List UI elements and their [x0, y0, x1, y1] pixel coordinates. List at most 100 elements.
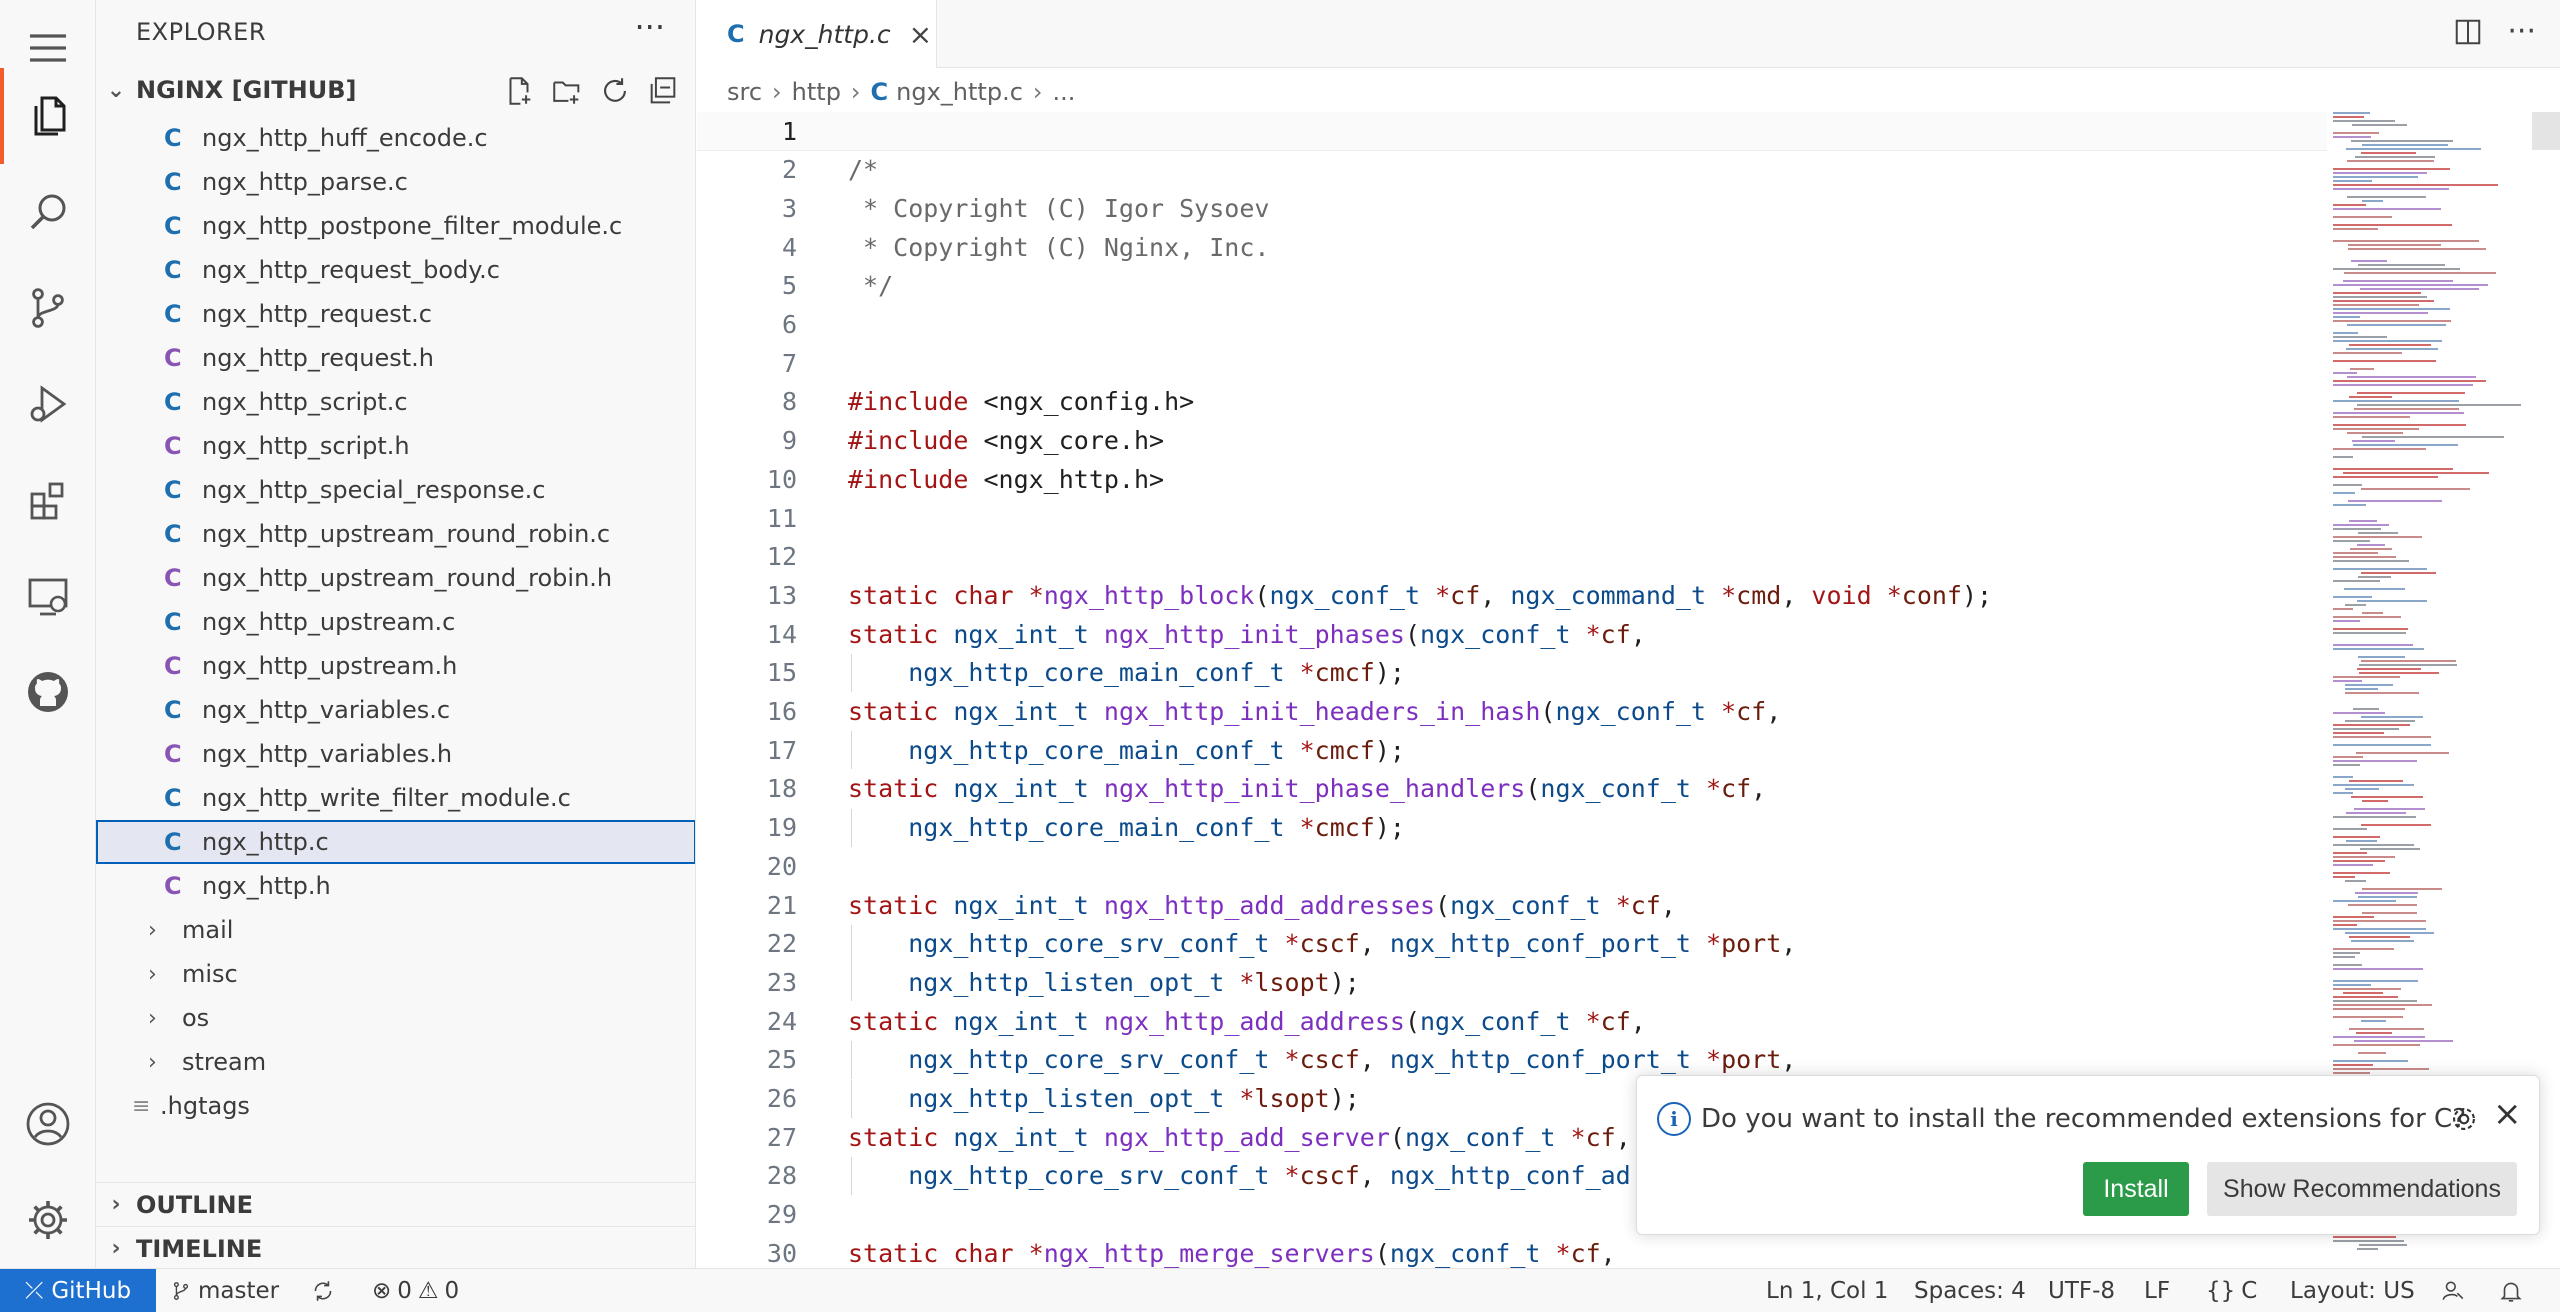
- outline-section-header[interactable]: › OUTLINE: [96, 1182, 695, 1226]
- minimap-line: [2346, 148, 2481, 150]
- code-line[interactable]: 2 /*: [697, 151, 2327, 189]
- code-line[interactable]: 24 static ngx_int_t ngx_http_add_address(…: [697, 1002, 2327, 1040]
- code-line[interactable]: 4 * Copyright (C) Nginx, Inc.: [697, 228, 2327, 266]
- minimap-line: [2333, 680, 2362, 682]
- collapse-all-icon[interactable]: [646, 74, 680, 108]
- file-item[interactable]: ≡ .hgtags: [96, 1084, 695, 1128]
- file-item[interactable]: Cngx_http_request_body.c: [96, 248, 695, 292]
- split-editor-icon[interactable]: [2453, 17, 2483, 47]
- minimap-line: [2333, 732, 2384, 734]
- code-line[interactable]: 23 ngx_http_listen_opt_t *lsopt);: [697, 963, 2327, 1002]
- code-line[interactable]: 20: [697, 847, 2327, 885]
- code-line[interactable]: 19 ngx_http_core_main_conf_t *cmcf);: [697, 808, 2327, 847]
- minimap-line: [2333, 1016, 2403, 1018]
- file-item[interactable]: Cngx_http_variables.h: [96, 732, 695, 776]
- new-file-icon[interactable]: [502, 74, 536, 108]
- file-item[interactable]: Cngx_http.c: [96, 820, 695, 864]
- folder-item[interactable]: › mail: [96, 908, 695, 952]
- keyboard-layout[interactable]: Layout: US: [2290, 1269, 2415, 1312]
- refresh-icon[interactable]: [598, 74, 632, 108]
- repo-section-header[interactable]: ⌄ NGINX [GITHUB]: [96, 68, 695, 112]
- file-item[interactable]: Cngx_http_variables.c: [96, 688, 695, 732]
- file-item[interactable]: Cngx_http_special_response.c: [96, 468, 695, 512]
- file-item[interactable]: Cngx_http_huff_encode.c: [96, 116, 695, 160]
- sync-icon[interactable]: [310, 1269, 336, 1312]
- tab-ngx-http-c[interactable]: C ngx_http.c ×: [697, 0, 937, 68]
- scrollbar-thumb[interactable]: [2532, 112, 2560, 150]
- more-actions-icon[interactable]: ···: [2507, 14, 2536, 49]
- code-line[interactable]: 30 static char *ngx_http_merge_servers(ng…: [697, 1234, 2327, 1268]
- settings-gear-icon[interactable]: [0, 1172, 96, 1268]
- code-line[interactable]: 25 ngx_http_core_srv_conf_t *cscf, ngx_h…: [697, 1040, 2327, 1079]
- feedback-icon[interactable]: [2440, 1269, 2466, 1312]
- end-of-line[interactable]: LF: [2144, 1269, 2170, 1312]
- timeline-section-header[interactable]: › TIMELINE: [96, 1226, 695, 1268]
- explorer-icon[interactable]: [0, 68, 96, 164]
- folder-item[interactable]: › stream: [96, 1040, 695, 1084]
- folder-item[interactable]: › os: [96, 996, 695, 1040]
- breadcrumb-file[interactable]: Cngx_http.c: [871, 78, 1023, 106]
- breadcrumb-symbol[interactable]: ...: [1053, 78, 1076, 106]
- remote-indicator[interactable]: ⤫ GitHub: [0, 1269, 156, 1312]
- code-line[interactable]: 6: [697, 306, 2327, 344]
- code-line[interactable]: 11: [697, 499, 2327, 537]
- code-line[interactable]: 22 ngx_http_core_srv_conf_t *cscf, ngx_h…: [697, 924, 2327, 963]
- file-item[interactable]: Cngx_http_upstream.c: [96, 600, 695, 644]
- code-line[interactable]: 8 #include <ngx_config.h>: [697, 383, 2327, 421]
- code-line[interactable]: 17 ngx_http_core_main_conf_t *cmcf);: [697, 731, 2327, 770]
- remote-explorer-icon[interactable]: [0, 548, 96, 644]
- breadcrumb-src[interactable]: src: [727, 78, 762, 106]
- code-line[interactable]: 16 static ngx_int_t ngx_http_init_headers…: [697, 693, 2327, 731]
- github-icon[interactable]: [0, 644, 96, 740]
- install-button[interactable]: Install: [2083, 1162, 2189, 1216]
- minimap-line: [2333, 296, 2427, 298]
- code-line[interactable]: 14 static ngx_int_t ngx_http_init_phases(…: [697, 615, 2327, 653]
- h-file-icon: C: [164, 740, 182, 768]
- folder-item[interactable]: › misc: [96, 952, 695, 996]
- h-file-icon: C: [164, 564, 182, 592]
- close-icon[interactable]: ×: [909, 18, 932, 51]
- code-line[interactable]: 12: [697, 538, 2327, 576]
- code-line[interactable]: 3 * Copyright (C) Igor Sysoev: [697, 189, 2327, 227]
- code-line[interactable]: 21 static ngx_int_t ngx_http_add_addresse…: [697, 886, 2327, 924]
- code-line[interactable]: 10 #include <ngx_http.h>: [697, 460, 2327, 498]
- file-item[interactable]: Cngx_http_request.c: [96, 292, 695, 336]
- code-line[interactable]: 13 static char *ngx_http_block(ngx_conf_t…: [697, 576, 2327, 614]
- chevron-right-icon: ›: [148, 1005, 157, 1031]
- file-item[interactable]: Cngx_http_request.h: [96, 336, 695, 380]
- indentation[interactable]: Spaces: 4: [1914, 1269, 2026, 1312]
- gear-icon[interactable]: [2447, 1102, 2481, 1136]
- minimap-line: [2333, 372, 2357, 374]
- new-folder-icon[interactable]: [550, 74, 584, 108]
- file-item[interactable]: Cngx_http_parse.c: [96, 160, 695, 204]
- file-item[interactable]: Cngx_http_upstream_round_robin.c: [96, 512, 695, 556]
- show-recommendations-button[interactable]: Show Recommendations: [2207, 1162, 2517, 1216]
- code-line[interactable]: 15 ngx_http_core_main_conf_t *cmcf);: [697, 653, 2327, 692]
- problems-indicator[interactable]: ⊗ 0 ⚠ 0: [372, 1269, 459, 1312]
- extensions-icon[interactable]: [0, 452, 96, 548]
- close-notification-icon[interactable]: ×: [2493, 1094, 2522, 1134]
- code-line[interactable]: 18 static ngx_int_t ngx_http_init_phase_h…: [697, 770, 2327, 808]
- file-item[interactable]: Cngx_http.h: [96, 864, 695, 908]
- code-line[interactable]: 5 */: [697, 267, 2327, 305]
- code-line[interactable]: 1: [697, 112, 2327, 151]
- file-item[interactable]: Cngx_http_write_filter_module.c: [96, 776, 695, 820]
- encoding[interactable]: UTF-8: [2048, 1269, 2115, 1312]
- code-line[interactable]: 9 #include <ngx_core.h>: [697, 422, 2327, 460]
- cursor-position[interactable]: Ln 1, Col 1: [1766, 1269, 1888, 1312]
- file-item[interactable]: Cngx_http_script.c: [96, 380, 695, 424]
- more-actions-button[interactable]: ···: [634, 8, 665, 46]
- run-debug-icon[interactable]: [0, 356, 96, 452]
- notifications-bell-icon[interactable]: [2498, 1269, 2524, 1312]
- file-item[interactable]: Cngx_http_script.h: [96, 424, 695, 468]
- language-mode[interactable]: {} C: [2206, 1269, 2257, 1312]
- account-icon[interactable]: [0, 1076, 96, 1172]
- source-control-icon[interactable]: [0, 260, 96, 356]
- code-line[interactable]: 7: [697, 344, 2327, 382]
- search-icon[interactable]: [0, 164, 96, 260]
- file-item[interactable]: Cngx_http_upstream.h: [96, 644, 695, 688]
- file-item[interactable]: Cngx_http_upstream_round_robin.h: [96, 556, 695, 600]
- breadcrumb-http[interactable]: http: [792, 78, 841, 106]
- branch-indicator[interactable]: master: [170, 1269, 279, 1312]
- file-item[interactable]: Cngx_http_postpone_filter_module.c: [96, 204, 695, 248]
